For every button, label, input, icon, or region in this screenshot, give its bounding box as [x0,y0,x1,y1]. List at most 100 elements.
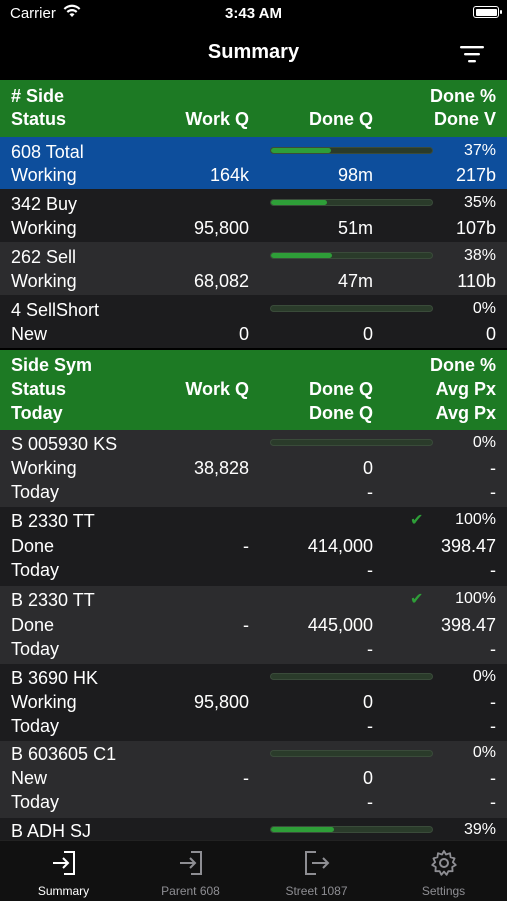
done-q-value: 0 [362,692,373,712]
done-q-value: 445,000 [307,615,373,635]
filter-icon[interactable] [459,44,485,64]
done-q-value: 414,000 [307,536,373,556]
tab-settings[interactable]: Settings [380,841,507,901]
order-row[interactable]: S 005930 KS Working Today 38,828 0 - 0% … [0,430,507,507]
tab-label: Parent 608 [161,884,220,898]
work-q-value: 38,828 [193,458,249,478]
side-row[interactable]: 342 Buy Working 95,800 51m 35% 107b [0,189,507,242]
checkmark-icon: ✔ [410,512,424,529]
login-arrow-icon [179,851,202,875]
header-side-sym-label: Side Sym [11,355,93,375]
tab-bar: Summary Parent 608 Street 1087 Settings [0,840,507,901]
header-done-q-label: Done Q [308,379,373,399]
work-q-value: 68,082 [193,271,249,291]
tab-label: Summary [37,884,90,898]
side-summary-header: # Side Status Work Q Done Q Done % Done … [0,80,507,137]
done-q-value: 47m [337,271,373,291]
header-done-v-label: Done V [433,109,496,129]
done-pct-value: 100% [455,590,496,607]
header-today-avg-px-label: Avg Px [435,403,496,423]
today-done-q-value: - [367,560,373,580]
work-q-value: - [243,536,249,556]
gear-icon [430,850,457,876]
work-q-value: - [243,768,249,788]
progress-bar [270,199,433,206]
today-done-q-value: - [367,482,373,502]
tab-label: Street 1087 [285,884,348,898]
done-pct-value: 0% [472,434,496,451]
login-arrow-icon [52,851,75,875]
header-work-q-label: Work Q [185,379,249,399]
order-row[interactable]: B ADH SJ 39% [0,818,507,840]
avg-px-value: 398.47 [440,536,496,556]
progress-bar [270,305,433,312]
today-label: Today [11,639,60,659]
header-work-q-label: Work Q [185,109,249,129]
progress-bar [270,750,433,757]
header-done-pct-label: Done % [429,86,496,106]
nav-bar: Summary [0,28,507,78]
work-q-value: - [243,615,249,635]
today-label: Today [11,792,60,812]
status-label: Working [11,458,77,478]
status-label: New [11,324,48,344]
status-label: Done [11,536,55,556]
done-v-value: 217b [455,165,496,185]
header-side-label: # Side [11,86,65,106]
header-done-q-label: Done Q [308,109,373,129]
clock: 3:43 AM [225,5,282,22]
order-row[interactable]: B 603605 C1 New Today - 0 - 0% - - [0,741,507,818]
done-v-value: 0 [485,324,496,344]
today-label: Today [11,716,60,736]
today-avg-px-value: - [490,716,496,736]
today-done-q-value: - [367,792,373,812]
symbol-label: B 2330 TT [11,590,95,610]
today-done-q-value: - [367,639,373,659]
today-avg-px-value: - [490,792,496,812]
done-pct-value: 0% [472,668,496,685]
avg-px-value: - [490,458,496,478]
symbol-label: B 2330 TT [11,511,95,531]
work-q-value: 95,800 [193,692,249,712]
done-pct-value: 0% [472,744,496,761]
status-label: Working [11,218,77,238]
order-row[interactable]: B 2330 TT Done Today - 414,000 - ✔ 100% … [0,507,507,586]
status-bar: Carrier 3:43 AM [0,0,507,28]
symbol-label: B 603605 C1 [11,744,117,764]
done-pct-value: 37% [463,142,496,159]
battery-icon [473,6,502,18]
done-v-value: 110b [457,271,496,291]
logout-arrow-icon [304,851,329,875]
header-today-label: Today [11,403,63,423]
side-row[interactable]: 608 Total Working 164k 98m 37% 217b [0,137,507,189]
done-v-value: 107b [455,218,496,238]
today-avg-px-value: - [490,560,496,580]
order-row[interactable]: B 3690 HK Working Today 95,800 0 - 0% - … [0,664,507,741]
progress-bar [270,252,433,259]
side-label: 342 Buy [11,194,78,214]
done-pct-value: 38% [463,247,496,264]
side-label: 4 SellShort [11,300,100,320]
done-pct-value: 35% [463,194,496,211]
side-row[interactable]: 262 Sell Working 68,082 47m 38% 110b [0,242,507,295]
work-q-value: 95,800 [193,218,249,238]
progress-bar [270,673,433,680]
progress-bar [270,826,433,833]
work-q-value: 0 [238,324,249,344]
order-row[interactable]: B 2330 TT Done Today - 445,000 - ✔ 100% … [0,586,507,664]
checkmark-icon: ✔ [410,591,424,608]
done-q-value: 98m [337,165,373,185]
today-label: Today [11,560,60,580]
tab-street[interactable]: Street 1087 [253,841,380,901]
tab-summary[interactable]: Summary [0,841,127,901]
status-label: Working [11,271,77,291]
symbol-label: B 3690 HK [11,668,99,688]
done-pct-value: 39% [463,821,496,838]
page-title: Summary [207,41,300,63]
today-done-q-value: - [367,716,373,736]
progress-bar [270,147,433,154]
tab-parent[interactable]: Parent 608 [127,841,254,901]
avg-px-value: - [490,768,496,788]
side-row[interactable]: 4 SellShort New 0 0 0% 0 [0,295,507,348]
tab-label: Settings [421,884,466,898]
